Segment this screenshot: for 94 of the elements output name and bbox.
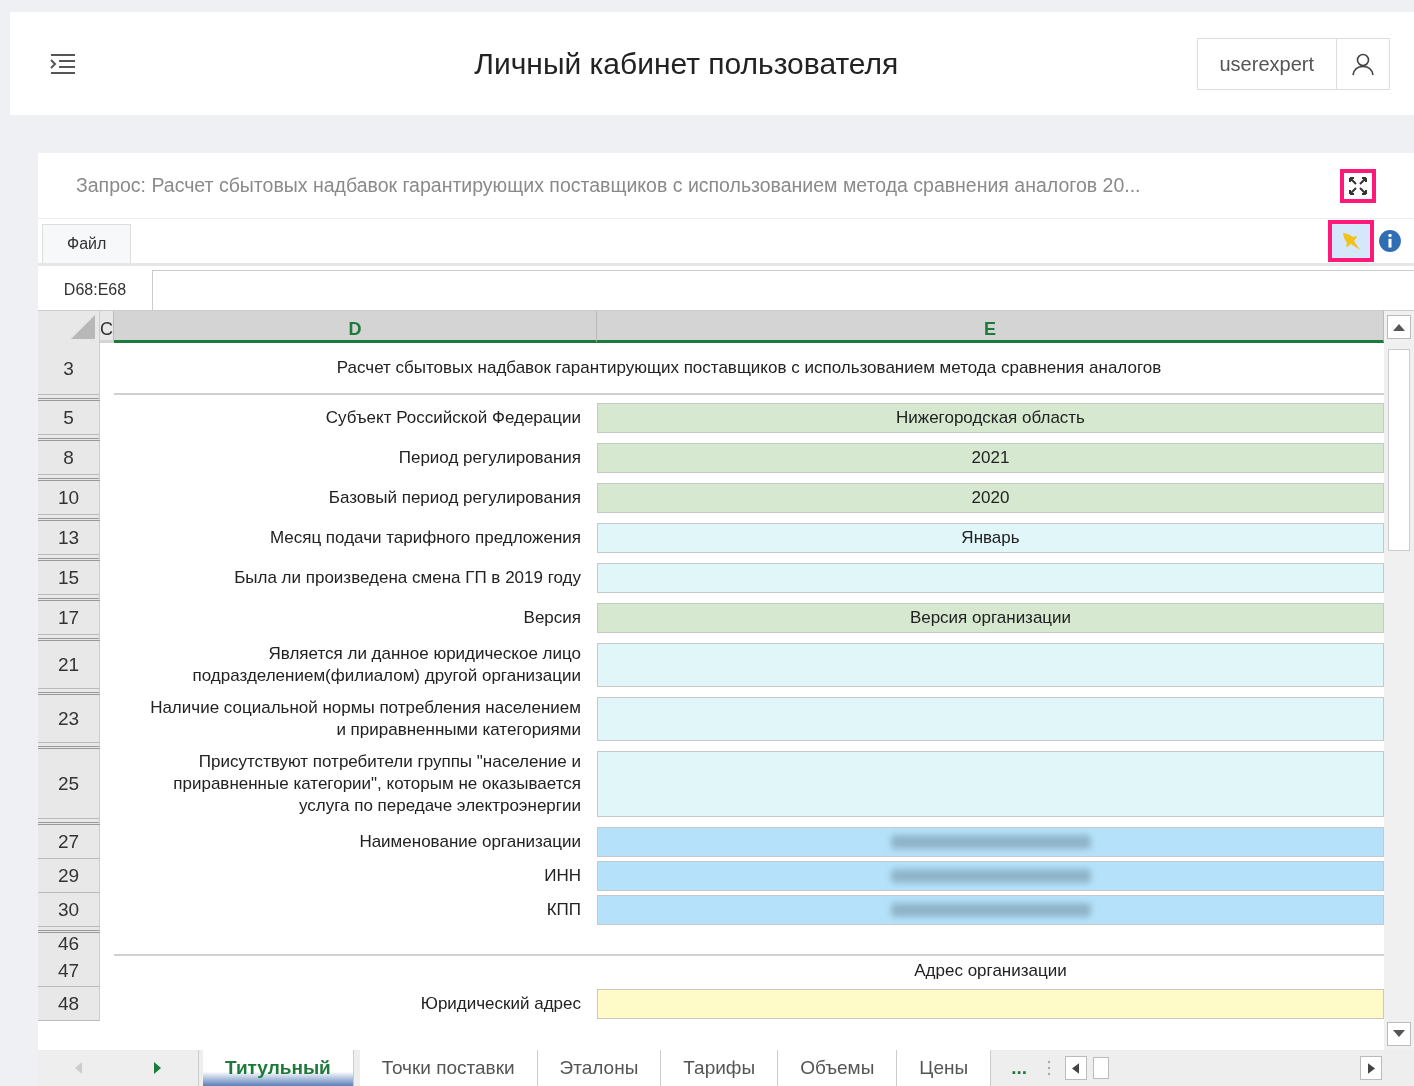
request-title: Запрос: Расчет сбытовых надбавок гарантирующих поставщиков с использованием метода сравнения аналогов 20... — [76, 174, 1142, 197]
row-header[interactable]: 5 — [38, 401, 100, 435]
sheet-tab[interactable]: Цены — [897, 1050, 992, 1086]
cell-value: Январь — [961, 528, 1020, 548]
field-label: КПП — [546, 899, 581, 921]
select-all-icon[interactable] — [71, 315, 95, 339]
user-name: userexpert — [1197, 38, 1337, 89]
field-label: Месяц подачи тарифного предложения — [269, 527, 581, 549]
column-header[interactable]: E — [597, 311, 1384, 343]
row-header[interactable]: 3 — [38, 343, 100, 395]
expand-button[interactable] — [1340, 168, 1376, 203]
more-tabs[interactable]: ... — [991, 1050, 1047, 1086]
row-header[interactable]: 23 — [38, 695, 100, 743]
field-label: Версия — [523, 607, 581, 629]
value-cell[interactable]: 2021 — [597, 443, 1384, 473]
collapsed-row-header[interactable] — [38, 595, 100, 601]
section-heading: Адрес организации — [914, 961, 1067, 981]
row-header[interactable]: 25 — [38, 749, 100, 819]
value-cell[interactable] — [597, 895, 1384, 925]
field-label: Базовый период регулирования — [328, 487, 581, 509]
ribbon-tab[interactable]: Файл — [42, 224, 132, 263]
collapsed-row-header[interactable] — [38, 819, 100, 825]
sheet-tab[interactable]: Эталоны — [537, 1050, 662, 1086]
field-label: Является ли данное юридическое лицо подразделением(филиалом) другой организации — [191, 643, 581, 687]
expand-icon — [1348, 175, 1368, 196]
cell-value: Версия организации — [909, 608, 1072, 628]
row-header[interactable]: 8 — [38, 441, 100, 475]
scroll-thumb[interactable] — [1092, 1057, 1109, 1079]
cell-reference[interactable]: D68:E68 — [38, 270, 153, 310]
collapsed-row-header[interactable] — [38, 635, 100, 641]
field-label: ИНН — [544, 865, 581, 887]
field-label: Юридический адрес — [420, 993, 581, 1015]
row-header[interactable]: 46 — [38, 933, 100, 956]
row-header[interactable]: 48 — [38, 987, 100, 1021]
pushpin-icon — [1340, 230, 1362, 252]
cell-value: Нижегородская область — [896, 408, 1085, 428]
row-header[interactable]: 17 — [38, 601, 100, 635]
field-label: Наименование организации — [359, 831, 581, 853]
sheet-tab[interactable]: Тарифы — [661, 1050, 779, 1086]
value-cell[interactable] — [597, 563, 1384, 593]
previous-sheet-icon[interactable] — [74, 1062, 82, 1074]
collapsed-row-header[interactable] — [38, 743, 100, 749]
value-cell[interactable] — [597, 861, 1384, 891]
row-header[interactable]: 29 — [38, 859, 100, 893]
value-cell[interactable]: Январь — [597, 523, 1384, 553]
row-header[interactable]: 30 — [38, 893, 100, 927]
row-header[interactable]: 21 — [38, 641, 100, 689]
scroll-up-icon[interactable] — [1393, 323, 1405, 331]
sheet-tab[interactable]: Объемы — [778, 1050, 898, 1086]
value-cell[interactable] — [597, 989, 1384, 1019]
collapsed-row-header[interactable] — [38, 395, 100, 401]
sheet-tab[interactable]: Точки поставки — [359, 1050, 538, 1086]
value-cell[interactable]: 2020 — [597, 483, 1384, 513]
menu-icon[interactable] — [50, 52, 76, 75]
row-header[interactable]: 13 — [38, 521, 100, 555]
field-label: Присутствуют потребители группы "население и приравненные категории", которым не оказывается услуга по передаче электроэнергии — [172, 751, 581, 817]
scroll-down-icon[interactable] — [1393, 1030, 1405, 1038]
field-label: Период регулирования — [398, 447, 581, 469]
scroll-left-icon[interactable] — [1072, 1062, 1080, 1074]
sheet-tab[interactable]: Титульный — [203, 1050, 354, 1086]
row-header[interactable]: 15 — [38, 561, 100, 595]
collapsed-row-header[interactable] — [38, 689, 100, 695]
value-cell[interactable]: Нижегородская область — [597, 403, 1384, 433]
user-box[interactable]: userexpert — [1196, 37, 1390, 90]
scroll-right-icon[interactable] — [1367, 1062, 1375, 1074]
scroll-thumb[interactable] — [1388, 349, 1410, 551]
person-icon[interactable] — [1351, 51, 1375, 76]
row-header[interactable]: 47 — [38, 955, 100, 987]
pin-button[interactable] — [1328, 220, 1374, 262]
row-header[interactable]: 10 — [38, 481, 100, 515]
collapsed-row-header[interactable] — [38, 435, 100, 441]
field-label: Субъект Российской Федерации — [325, 407, 581, 429]
row-header[interactable]: 27 — [38, 825, 100, 859]
splitter-icon[interactable] — [1046, 1060, 1051, 1076]
value-cell[interactable] — [597, 827, 1384, 857]
column-header[interactable]: C — [100, 311, 114, 343]
info-icon[interactable] — [1378, 229, 1402, 253]
page-title: Личный кабинет пользователя — [473, 46, 900, 81]
cell-value: 2021 — [971, 448, 1010, 468]
collapsed-row-header[interactable] — [38, 555, 100, 561]
value-cell[interactable] — [597, 697, 1384, 741]
next-sheet-icon[interactable] — [154, 1062, 162, 1074]
field-label: Наличие социальной нормы потребления населением и приравненными категориями — [149, 697, 581, 741]
vertical-scrollbar[interactable] — [1384, 311, 1414, 1050]
field-label: Была ли произведена смена ГП в 2019 году — [234, 567, 581, 589]
value-cell[interactable] — [597, 643, 1384, 687]
column-header[interactable]: D — [114, 311, 597, 343]
value-cell[interactable] — [597, 751, 1384, 817]
collapsed-row-header[interactable] — [38, 927, 100, 933]
collapsed-row-header[interactable] — [38, 475, 100, 481]
collapsed-row-header[interactable] — [38, 515, 100, 521]
sheet-title: Расчет сбытовых надбавок гарантирующих поставщиков с использованием метода сравнения аналогов — [336, 358, 1162, 378]
cell-value: 2020 — [971, 488, 1010, 508]
value-cell[interactable]: Версия организации — [597, 603, 1384, 633]
